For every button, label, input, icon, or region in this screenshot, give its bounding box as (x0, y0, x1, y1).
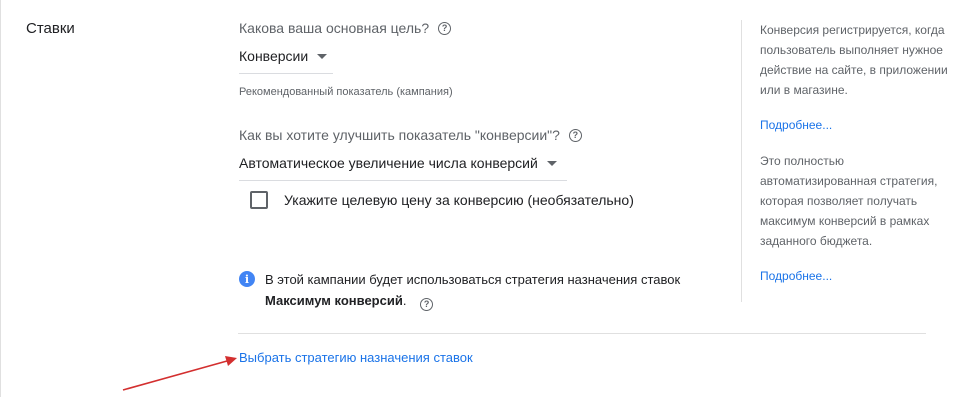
bidding-card: Ставки Какова ваша основная цель? ? Конв… (0, 0, 957, 397)
annotation-arrow-icon (122, 356, 237, 391)
